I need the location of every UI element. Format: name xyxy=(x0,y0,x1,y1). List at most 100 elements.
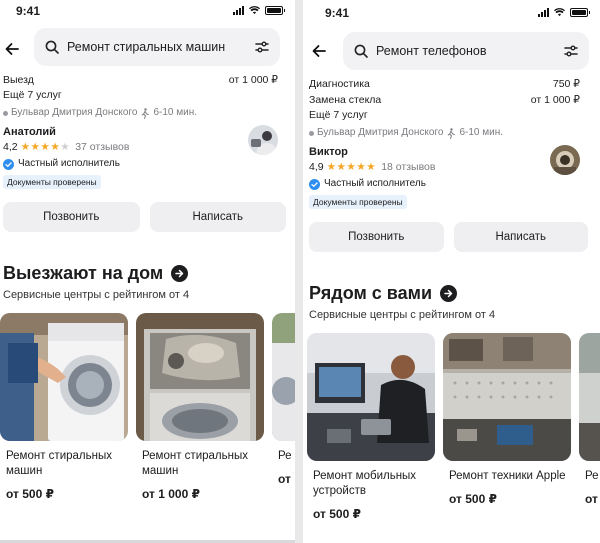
section-heading[interactable]: Рядом с вами xyxy=(309,282,594,304)
service-row: Замена стекла от 1 000 ₽ xyxy=(309,92,594,108)
card-title: Ремонт стиральных машин xyxy=(6,450,112,477)
performer-type: Частный исполнитель xyxy=(324,178,426,189)
search-query[interactable]: Ремонт телефонов xyxy=(376,44,563,58)
more-services-link[interactable]: Ещё 7 услуг xyxy=(309,108,594,123)
card-price: от 500 ₽ xyxy=(6,487,54,501)
documents-verified-badge: Документы проверены xyxy=(3,175,101,189)
card-price: от xyxy=(278,472,291,486)
service-price: от 1 000 ₽ xyxy=(228,74,278,86)
avatar xyxy=(550,145,580,175)
performer-card[interactable]: Виктор 4,9 ★★★★★ 18 отзывов Частный испо… xyxy=(309,145,594,210)
service-cards: Ремонт стиральных машин от 500 ₽ Ремонт … xyxy=(0,313,295,501)
address-text: Бульвар Дмитрия Донского xyxy=(11,107,138,118)
metro-dot-icon xyxy=(309,130,314,136)
private-performer: Частный исполнитель xyxy=(3,156,292,172)
write-button[interactable]: Написать xyxy=(149,202,286,232)
arrow-right-icon[interactable] xyxy=(171,264,189,282)
rating-value: 4,2 xyxy=(3,141,18,153)
verified-check-icon xyxy=(3,158,14,170)
arrow-left-icon xyxy=(5,43,19,55)
card-title: Ремонт мобильных устройств xyxy=(313,470,417,497)
private-performer: Частный исполнитель xyxy=(309,176,594,192)
call-button[interactable]: Позвонить xyxy=(3,202,140,232)
workshop-partial-photo xyxy=(579,333,600,461)
wifi-icon xyxy=(554,8,565,17)
washing-machine-photo xyxy=(0,313,128,441)
status-icons xyxy=(538,8,590,17)
battery-icon xyxy=(265,6,285,15)
rating-value: 4,9 xyxy=(309,161,324,173)
service-card[interactable]: Ремонт стиральных машин от 1 000 ₽ xyxy=(136,313,264,501)
status-time: 9:41 xyxy=(325,6,350,20)
rating-stars: ★★★★★ xyxy=(326,161,377,173)
section-title: Рядом с вами xyxy=(309,283,433,303)
reviews-count[interactable]: 18 отзывов xyxy=(381,159,435,175)
status-time: 9:41 xyxy=(16,4,41,18)
back-button[interactable] xyxy=(0,38,24,60)
more-services-link[interactable]: Ещё 7 услуг xyxy=(3,88,292,103)
performer-card[interactable]: Анатолий 4,2 ★★★★★ 37 отзывов Частный ис… xyxy=(3,125,292,190)
signal-icon xyxy=(538,8,549,17)
listing-content: Диагностика 750 ₽ Замена стекла от 1 000… xyxy=(303,76,600,521)
signal-icon xyxy=(233,6,244,15)
walk-time: 6-10 мин. xyxy=(459,127,503,138)
service-price: от 1 000 ₽ xyxy=(530,94,580,106)
write-button[interactable]: Написать xyxy=(453,222,588,252)
card-price: от 500 ₽ xyxy=(449,492,497,506)
section-subtitle: Сервисные центры с рейтингом от 4 xyxy=(309,309,496,321)
filter-icon[interactable] xyxy=(563,43,579,59)
workshop-photo xyxy=(443,333,571,461)
action-buttons: Позвонить Написать xyxy=(309,222,594,252)
walking-icon xyxy=(142,107,150,119)
address-line: Бульвар Дмитрия Донского 6-10 мин. xyxy=(309,125,594,141)
service-cards: Ремонт мобильных устройств от 500 ₽ Ремо… xyxy=(303,333,600,521)
service-row: Диагностика 750 ₽ xyxy=(309,76,594,92)
service-row: Выезд от 1 000 ₽ xyxy=(3,72,292,88)
search-bar[interactable]: Ремонт телефонов xyxy=(343,32,589,70)
service-card[interactable]: Ремонт стиральных машин от 500 ₽ xyxy=(0,313,128,501)
section-subtitle: Сервисные центры с рейтингом от 4 xyxy=(3,289,190,301)
metro-dot-icon xyxy=(3,110,8,116)
back-button[interactable] xyxy=(307,40,331,62)
wifi-icon xyxy=(249,6,260,15)
verified-check-icon xyxy=(309,178,320,190)
performer-type: Частный исполнитель xyxy=(18,158,120,169)
battery-icon xyxy=(570,8,590,17)
service-card[interactable]: Ремонт техники Apple от 500 ₽ xyxy=(443,333,571,521)
service-card[interactable]: Ре от xyxy=(272,313,295,501)
service-name: Выезд xyxy=(3,74,34,86)
service-name: Замена стекла xyxy=(309,94,382,106)
search-icon xyxy=(354,44,368,58)
call-button[interactable]: Позвонить xyxy=(309,222,444,252)
section-heading[interactable]: Выезжают на дом xyxy=(3,262,292,284)
listing-content: Выезд от 1 000 ₽ Ещё 7 услуг Бульвар Дми… xyxy=(0,72,295,501)
address-line: Бульвар Дмитрия Донского 6-10 мин. xyxy=(3,105,292,121)
walk-time: 6-10 мин. xyxy=(153,107,197,118)
search-query[interactable]: Ремонт стиральных машин xyxy=(67,40,254,54)
status-bar: 9:41 xyxy=(0,0,295,22)
screen-right: 9:41 Ремонт телефонов Диагностика 750 ₽ … xyxy=(303,0,600,543)
filter-icon[interactable] xyxy=(254,39,270,55)
card-title: Ре xyxy=(585,470,599,482)
service-card[interactable]: Ремонт мобильных устройств от 500 ₽ xyxy=(307,333,435,521)
reviews-count[interactable]: 37 отзывов xyxy=(75,139,129,155)
service-card[interactable]: Ре от xyxy=(579,333,600,521)
phone-repair-photo xyxy=(307,333,435,461)
arrow-left-icon xyxy=(312,45,326,57)
card-title: Ремонт техники Apple xyxy=(449,470,566,482)
card-title: Ре xyxy=(278,450,292,462)
rating-stars: ★★★★★ xyxy=(20,141,71,153)
documents-verified-badge: Документы проверены xyxy=(309,195,407,209)
screen-left: 9:41 Ремонт стиральных машин Выезд от 1 … xyxy=(0,0,295,543)
card-title: Ремонт стиральных машин xyxy=(142,450,248,477)
search-icon xyxy=(45,40,59,54)
card-price: от xyxy=(585,492,598,506)
search-bar[interactable]: Ремонт стиральных машин xyxy=(34,28,280,66)
card-price: от 1 000 ₽ xyxy=(142,487,200,501)
card-price: от 500 ₽ xyxy=(313,507,361,521)
service-name: Диагностика xyxy=(309,78,370,90)
arrow-right-icon[interactable] xyxy=(440,284,458,302)
status-bar: 9:41 xyxy=(303,0,600,22)
walking-icon xyxy=(448,127,456,139)
section-title: Выезжают на дом xyxy=(3,263,164,283)
